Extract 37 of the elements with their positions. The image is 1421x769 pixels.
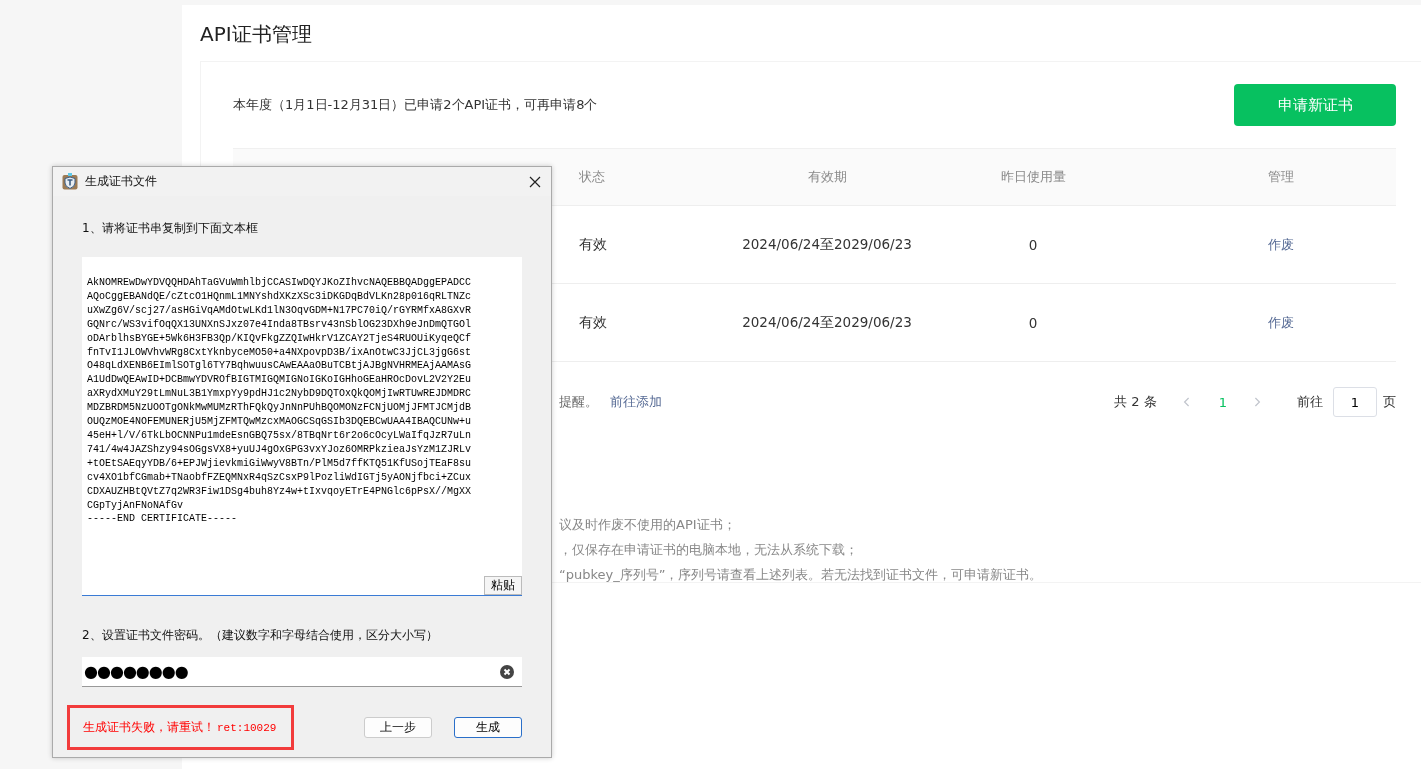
- step-label: 1、请将证书串复制到下面文本框: [82, 220, 259, 237]
- quota-text: 本年度（1月1日-12月31日）已申请2个API证书，可再申请8个: [233, 96, 598, 114]
- table-cell: 2024/06/24至2029/06/23: [742, 235, 912, 254]
- column-header: 管理: [1267, 168, 1294, 186]
- clear-icon[interactable]: [500, 664, 514, 679]
- page-input[interactable]: 1: [1333, 387, 1377, 417]
- paste-button[interactable]: 粘贴: [484, 576, 522, 595]
- column-header: 有效期: [807, 168, 847, 186]
- certificate-text: AkNOMREwDwYDVQQHDAhTaGVuWmhlbjCCASIwDQYJKoZIhvcNAQEBBQADggEPADCC AQoCggEBANdQE/cZtcO1HQnmL1MNYshdXKzXSc3iDKGDqBdVLKn28p016qRLTNZc uXwZg6V/scj27/asHGiVqAMdOtwLKd1lN3OqvGDM+N17PC70iQ/rGYRMfxA8GXvR GQNrc/WS3vifOqQX13UNXnSJxz07e4Inda8TBsrv43nSblOG23DXh9eJnDmQTGOl oDArblhsBYGE+5Wk6H3FB3Qp/KIQvFkgZZQIwHkrV1ZCAY2TjeS4RUOUiKyqeQCf fnTvI1JLOWVhvWRg8CxtYknbyceMO50+a4NXpovpD3B/ixAnOtwC3JjCL3jgG6st O48qLdXENB6EImlSOTgl6TY7BqhwuusCAwEAAaOBuTCBtjAJBgNVHRMEAjAAMAsG A1UdDwQEAwID+DCBmwYDVROfBIGTMIGQMIGNoIGKoIGHhoGEaHROcDovL2V2Y2Eu aXRydXMuY29tLmNuL3B1YmxpYy9pdHJ1c2NybD9DQTOxQkQOMjIwRTUwREJDMDRC MDZBRDM5NzUOOTgONkMwMUMzRThFQkQyJnNnPUhBQOMONzFCNjUOMjJFMTJCMjdB OUQzMOE4NOFEMUNERjU5MjZFMTQwMzcxMAOGCSqGSIb3DQEBCwUAA4IBAQCUNw+u 45eH+l/V/6TkLbOCNNPu1mdeEsnGBQ75sx/8TBqNrt6r2o6cOcyLWaIfqJzR7uLn 741/4w4JAZShzy94sOGgsVX8+yuUJ4gOxGPG3vxYJoz6OMRPkzieaJsYzM1ZJRLv +tOEtSAEqyYDB/6+EPJWjievkmiGiWwyV8BTn/PlM5d7ffKTQ51KfUSojTEaF8su cv4XO1bfCGmab+TNaobfFZEQMNxR4qSzCsxP9lPozliWdIGTj5yAONjfbci+ZCux CDXAUZHBtQVtZ7q2WR3Fiw1DSg4buh8Yz4w+tIxvqoyETrE4PNGlc6pPsX//MgXX CGpTyjAnFNoNAfGv -----END CERTIFICATE-----: [87, 276, 473, 527]
- dialog-button[interactable]: 上一步: [364, 717, 432, 738]
- add-link[interactable]: 前往添加: [610, 393, 662, 411]
- password-field[interactable]: ●●●●●●●●: [82, 657, 522, 687]
- dialog-title: 生成证书文件: [85, 173, 158, 190]
- shield-icon: [62, 173, 78, 190]
- note-text: 议及时作废不使用的API证书；: [559, 516, 737, 534]
- table-cell: 有效: [579, 313, 607, 332]
- page-suffix: 页: [1383, 393, 1396, 411]
- column-header: 昨日使用量: [1000, 168, 1066, 186]
- close-icon[interactable]: [529, 175, 541, 188]
- goto-label: 前往: [1297, 393, 1323, 411]
- revoke-link[interactable]: 作废: [1267, 313, 1294, 332]
- total-count: 共 2 条: [1114, 393, 1157, 411]
- revoke-link[interactable]: 作废: [1267, 235, 1294, 254]
- password-value: ●●●●●●●●: [84, 662, 188, 681]
- certificate-textarea[interactable]: [82, 257, 522, 596]
- table-cell: 有效: [579, 235, 607, 254]
- note-text: ，仅保存在申请证书的电脑本地，无法从系统下载；: [559, 541, 859, 559]
- page-title: API证书管理: [200, 21, 313, 48]
- table-cell: 0: [1028, 236, 1038, 253]
- step-label: 2、设置证书文件密码。（建议数字和字母结合使用，区分大小写）: [82, 627, 439, 644]
- table-cell: 0: [1028, 314, 1038, 331]
- note-text: “pubkey_序列号”，序列号请查看上述列表。若无法找到证书文件，可申请新证书。: [559, 566, 1044, 584]
- error-message: 生成证书失败，请重试！ ret:10029: [67, 705, 294, 750]
- reminder-text: 提醒。: [559, 393, 598, 411]
- table-cell: 2024/06/24至2029/06/23: [742, 313, 912, 332]
- dialog-button[interactable]: 生成: [454, 717, 522, 738]
- column-header: 状态: [579, 168, 605, 186]
